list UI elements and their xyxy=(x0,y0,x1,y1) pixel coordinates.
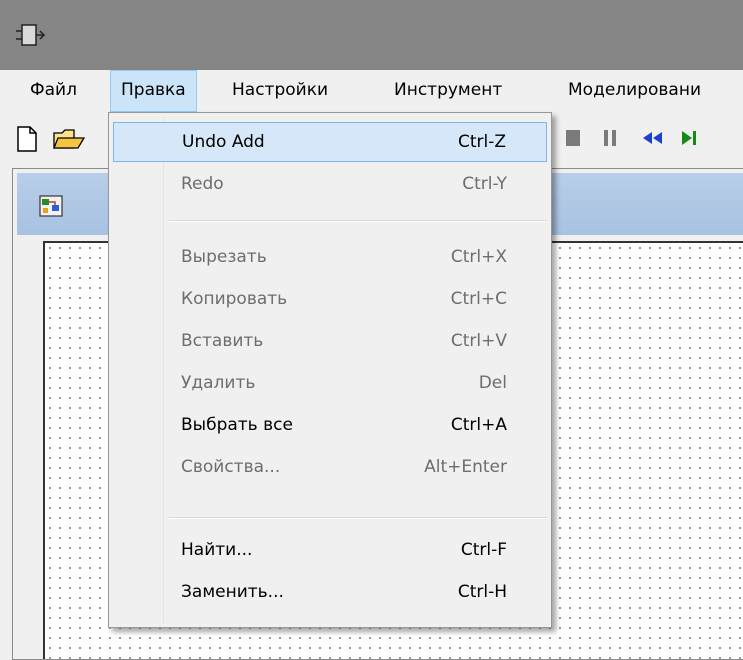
menu-item-replace[interactable]: Заменить... Ctrl-H xyxy=(113,572,547,612)
menu-item-shortcut: Ctrl-H xyxy=(457,582,507,602)
menu-item-label: Заменить... xyxy=(181,582,284,602)
menu-edit[interactable]: Правка xyxy=(110,70,197,112)
menu-item-shortcut: Ctrl+V xyxy=(450,331,507,351)
menu-item-undo[interactable]: Undo Add Ctrl-Z xyxy=(113,122,547,162)
menu-item-label: Найти... xyxy=(181,540,253,560)
menu-item-label: Выбрать все xyxy=(181,415,293,435)
menu-item-label: Вставить xyxy=(181,331,264,351)
step-forward-icon[interactable] xyxy=(680,129,700,147)
menu-separator xyxy=(169,517,547,519)
menu-item-label: Redo xyxy=(181,174,224,194)
menu-item-shortcut: Ctrl-Z xyxy=(457,132,506,152)
menu-item-properties[interactable]: Свойства... Alt+Enter xyxy=(113,447,547,487)
menu-item-label: Вырезать xyxy=(181,247,267,267)
menu-separator xyxy=(169,220,547,222)
menu-item-copy[interactable]: Копировать Ctrl+C xyxy=(113,279,547,319)
app-icon[interactable] xyxy=(14,22,48,50)
menu-item-select-all[interactable]: Выбрать все Ctrl+A xyxy=(113,405,547,445)
menu-modeling[interactable]: Моделировани xyxy=(558,70,711,112)
pause-icon[interactable] xyxy=(604,130,618,146)
menu-tools[interactable]: Инструмент xyxy=(384,70,512,112)
new-document-icon[interactable] xyxy=(16,126,38,152)
title-bar xyxy=(0,0,743,70)
menu-item-delete[interactable]: Удалить Del xyxy=(113,363,547,403)
menu-item-label: Копировать xyxy=(181,289,288,309)
open-folder-icon[interactable] xyxy=(52,126,86,152)
menu-item-redo[interactable]: Redo Ctrl-Y xyxy=(113,164,547,204)
menu-item-shortcut: Ctrl+X xyxy=(450,247,507,267)
menu-item-shortcut: Ctrl+C xyxy=(450,289,507,309)
menu-item-paste[interactable]: Вставить Ctrl+V xyxy=(113,321,547,361)
menu-file[interactable]: Файл xyxy=(20,70,87,112)
menu-item-label: Удалить xyxy=(181,373,256,393)
diagram-window-icon[interactable] xyxy=(39,195,63,217)
edit-menu-dropdown: Undo Add Ctrl-Z Redo Ctrl-Y Вырезать Ctr… xyxy=(108,112,552,628)
menu-settings[interactable]: Настройки xyxy=(222,70,338,112)
menu-item-shortcut: Ctrl+A xyxy=(450,415,507,435)
menu-item-shortcut: Ctrl-Y xyxy=(462,174,507,194)
menu-item-shortcut: Ctrl-F xyxy=(460,540,507,560)
stop-icon[interactable] xyxy=(566,130,580,146)
menu-item-label: Undo Add xyxy=(182,132,265,152)
menu-item-shortcut: Del xyxy=(478,373,507,393)
menu-item-cut[interactable]: Вырезать Ctrl+X xyxy=(113,237,547,277)
menu-item-find[interactable]: Найти... Ctrl-F xyxy=(113,530,547,570)
rewind-icon[interactable] xyxy=(640,130,666,146)
menu-bar: Файл Правка Настройки Инструмент Моделир… xyxy=(0,70,743,112)
menu-item-shortcut: Alt+Enter xyxy=(424,457,507,477)
menu-item-label: Свойства... xyxy=(181,457,281,477)
